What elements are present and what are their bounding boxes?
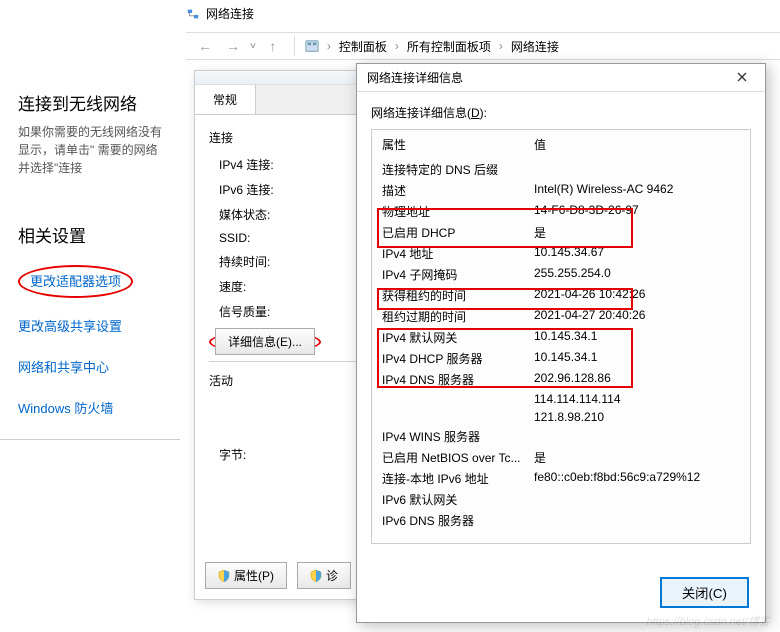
explorer-breadcrumb-bar: ← → ˅ ↑ › 控制面板 › 所有控制面板项 › 网络连接 — [186, 32, 780, 60]
speed-label: 速度: — [209, 278, 246, 295]
table-row: 连接特定的 DNS 后缀 — [382, 159, 740, 180]
settings-sidebar: 连接到无线网络 如果你需要的无线网络没有显示，请单击" 需要的网络并选择"连接 … — [0, 0, 180, 440]
details-dialog-title: 网络连接详细信息 — [367, 69, 463, 86]
duration-label: 持续时间: — [209, 253, 270, 270]
related-settings-heading: 相关设置 — [18, 222, 162, 247]
network-connections-icon — [186, 7, 200, 21]
back-button[interactable]: ← — [194, 35, 216, 57]
close-button[interactable] — [725, 67, 759, 89]
forward-button[interactable]: → — [222, 35, 244, 57]
table-row: 已启用 DHCP是 — [382, 222, 740, 243]
table-row: IPv4 子网掩码255.255.254.0 — [382, 264, 740, 285]
explorer-title-bar: 网络连接 — [186, 5, 254, 22]
tab-general[interactable]: 常规 — [195, 85, 256, 114]
highlight-circle-adapter: 更改适配器选项 — [18, 265, 133, 298]
details-dialog-titlebar[interactable]: 网络连接详细信息 — [357, 64, 765, 92]
table-row: 物理地址14-F6-D8-3D-26-97 — [382, 201, 740, 222]
network-sharing-center-link[interactable]: 网络和共享中心 — [18, 357, 162, 376]
highlight-circle-details: 详细信息(E)... — [209, 331, 321, 353]
table-row: IPv6 DNS 服务器 — [382, 510, 740, 531]
shield-icon — [218, 570, 230, 582]
media-state-label: 媒体状态: — [209, 206, 270, 223]
shield-icon — [310, 570, 322, 582]
header-property: 属性 — [382, 136, 534, 153]
table-row: 租约过期的时间2021-04-27 20:40:26 — [382, 306, 740, 327]
ssid-label: SSID: — [209, 231, 250, 245]
table-row: 描述Intel(R) Wireless-AC 9462 — [382, 180, 740, 201]
table-row: 121.8.98.210 — [382, 408, 740, 426]
table-row: 114.114.114.114 — [382, 390, 740, 408]
table-row: IPv4 DNS 服务器202.96.128.86 — [382, 369, 740, 390]
windows-firewall-link[interactable]: Windows 防火墙 — [18, 398, 162, 417]
advanced-sharing-link[interactable]: 更改高级共享设置 — [18, 316, 162, 335]
table-row: 获得租约的时间2021-04-26 10:42:26 — [382, 285, 740, 306]
change-adapter-options-link[interactable]: 更改适配器选项 — [30, 271, 121, 290]
page-title: 连接到无线网络 — [18, 90, 162, 115]
diagnose-button[interactable]: 诊 — [297, 562, 351, 589]
details-property-list[interactable]: 属性 值 连接特定的 DNS 后缀 描述Intel(R) Wireless-AC… — [371, 129, 751, 544]
header-value: 值 — [534, 136, 546, 153]
up-button[interactable]: ↑ — [262, 35, 284, 57]
details-button[interactable]: 详细信息(E)... — [215, 328, 315, 355]
table-row: IPv4 默认网关10.145.34.1 — [382, 327, 740, 348]
ipv4-conn-label: IPv4 连接: — [209, 156, 274, 173]
control-panel-icon — [305, 39, 319, 53]
network-details-dialog: 网络连接详细信息 网络连接详细信息(D): 属性 值 连接特定的 DNS 后缀 … — [356, 63, 766, 623]
close-dialog-button[interactable]: 关闭(C) — [660, 577, 749, 608]
breadcrumb-root[interactable]: 控制面板 — [339, 38, 387, 55]
table-row: 已启用 NetBIOS over Tc...是 — [382, 447, 740, 468]
property-list-header: 属性 值 — [382, 136, 740, 153]
explorer-window-title: 网络连接 — [206, 5, 254, 22]
breadcrumb-leaf[interactable]: 网络连接 — [511, 38, 559, 55]
close-icon — [737, 71, 747, 85]
table-row: IPv4 DHCP 服务器10.145.34.1 — [382, 348, 740, 369]
bytes-label: 字节: — [209, 446, 246, 463]
table-row: IPv4 WINS 服务器 — [382, 426, 740, 447]
signal-quality-label: 信号质量: — [209, 303, 270, 320]
breadcrumb-mid[interactable]: 所有控制面板项 — [407, 38, 491, 55]
properties-button[interactable]: 属性(P) — [205, 562, 287, 589]
watermark: https://blog.csdn.net/博客 — [646, 613, 770, 629]
table-row: IPv6 默认网关 — [382, 489, 740, 510]
ipv6-conn-label: IPv6 连接: — [209, 181, 274, 198]
details-listing-label: 网络连接详细信息(D): — [371, 104, 751, 121]
table-row: 连接-本地 IPv6 地址fe80::c0eb:f8bd:56c9:a729%1… — [382, 468, 740, 489]
history-dropdown[interactable]: ˅ — [250, 41, 256, 52]
table-row: IPv4 地址10.145.34.67 — [382, 243, 740, 264]
page-description: 如果你需要的无线网络没有显示，请单击" 需要的网络并选择"连接 — [18, 123, 162, 177]
